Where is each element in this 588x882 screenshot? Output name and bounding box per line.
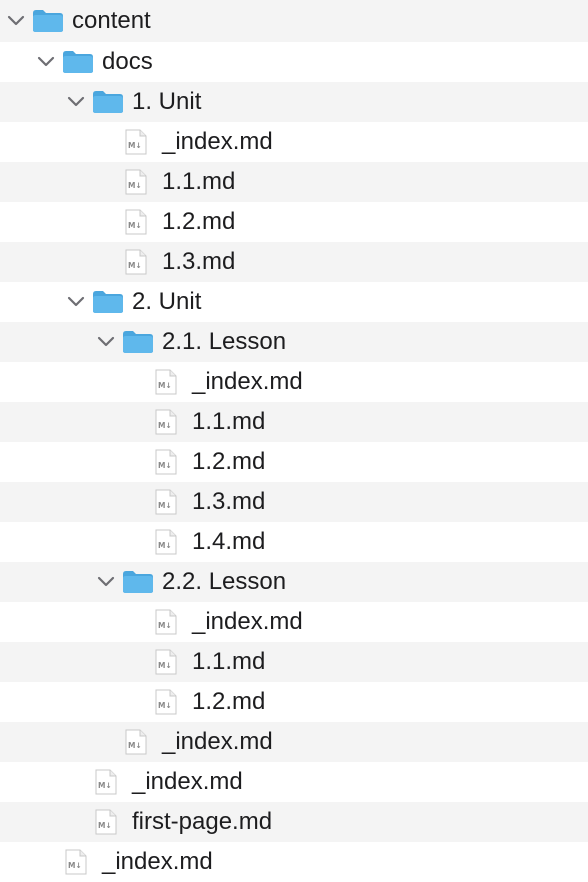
tree-row-file[interactable]: M↓ _index.md: [0, 122, 588, 162]
markdown-file-icon: M↓: [154, 369, 178, 395]
markdown-file-icon: M↓: [124, 729, 148, 755]
tree-row-file[interactable]: M↓ 1.1.md: [0, 402, 588, 442]
tree-row-file[interactable]: M↓ 1.1.md: [0, 162, 588, 202]
tree-row-file[interactable]: M↓ 1.4.md: [0, 522, 588, 562]
tree-row-file[interactable]: M↓ 1.3.md: [0, 242, 588, 282]
svg-text:M↓: M↓: [158, 421, 172, 430]
chevron-down-icon[interactable]: [6, 11, 26, 31]
tree-item-label: _index.md: [162, 128, 273, 155]
tree-item-label: 1.2.md: [192, 448, 266, 475]
tree-row-file[interactable]: M↓ first-page.md: [0, 802, 588, 842]
svg-text:M↓: M↓: [158, 541, 172, 550]
tree-item-label: _index.md: [192, 608, 303, 635]
svg-text:M↓: M↓: [128, 181, 142, 190]
folder-icon: [62, 50, 94, 74]
tree-item-label: 1.1.md: [192, 648, 266, 675]
tree-item-label: 1.2.md: [192, 688, 266, 715]
folder-icon: [32, 9, 64, 33]
folder-icon: [122, 570, 154, 594]
tree-row-unit-2[interactable]: 2. Unit: [0, 282, 588, 322]
tree-item-label: 2. Unit: [132, 288, 202, 315]
tree-item-label: _index.md: [102, 848, 213, 875]
markdown-file-icon: M↓: [154, 409, 178, 435]
tree-item-label: 1.4.md: [192, 528, 266, 555]
markdown-file-icon: M↓: [124, 249, 148, 275]
svg-text:M↓: M↓: [98, 821, 112, 830]
tree-row-file[interactable]: M↓ 1.3.md: [0, 482, 588, 522]
markdown-file-icon: M↓: [154, 649, 178, 675]
tree-item-label: 1.3.md: [162, 248, 236, 275]
folder-icon: [122, 330, 154, 354]
tree-row-unit-1[interactable]: 1. Unit: [0, 82, 588, 122]
markdown-file-icon: M↓: [94, 809, 118, 835]
chevron-down-icon[interactable]: [66, 292, 86, 312]
tree-row-content[interactable]: content: [0, 0, 588, 42]
tree-item-label: content: [72, 7, 151, 34]
svg-text:M↓: M↓: [158, 381, 172, 390]
markdown-file-icon: M↓: [154, 609, 178, 635]
markdown-file-icon: M↓: [94, 769, 118, 795]
svg-text:M↓: M↓: [158, 621, 172, 630]
tree-row-lesson-2-1[interactable]: 2.1. Lesson: [0, 322, 588, 362]
folder-icon: [92, 90, 124, 114]
markdown-file-icon: M↓: [124, 209, 148, 235]
tree-item-label: 1.1.md: [192, 408, 266, 435]
tree-item-label: _index.md: [192, 368, 303, 395]
tree-row-docs[interactable]: docs: [0, 42, 588, 82]
tree-item-label: first-page.md: [132, 808, 273, 835]
tree-item-label: _index.md: [162, 728, 273, 755]
markdown-file-icon: M↓: [154, 529, 178, 555]
tree-row-file[interactable]: M↓ _index.md: [0, 842, 588, 882]
markdown-file-icon: M↓: [154, 489, 178, 515]
svg-text:M↓: M↓: [128, 261, 142, 270]
svg-text:M↓: M↓: [128, 741, 142, 750]
folder-icon: [92, 290, 124, 314]
tree-item-label: 1.1.md: [162, 168, 236, 195]
chevron-down-icon[interactable]: [66, 92, 86, 112]
chevron-down-icon[interactable]: [96, 572, 116, 592]
markdown-file-icon: M↓: [154, 449, 178, 475]
tree-item-label: _index.md: [132, 768, 243, 795]
svg-text:M↓: M↓: [158, 501, 172, 510]
markdown-file-icon: M↓: [124, 169, 148, 195]
svg-text:M↓: M↓: [98, 781, 112, 790]
tree-item-label: 2.1. Lesson: [162, 328, 287, 355]
tree-row-file[interactable]: M↓ 1.2.md: [0, 682, 588, 722]
markdown-file-icon: M↓: [154, 689, 178, 715]
tree-item-label: 1.3.md: [192, 488, 266, 515]
svg-text:M↓: M↓: [128, 141, 142, 150]
tree-row-file[interactable]: M↓ _index.md: [0, 602, 588, 642]
tree-row-file[interactable]: M↓ 1.2.md: [0, 442, 588, 482]
chevron-down-icon[interactable]: [36, 52, 56, 72]
svg-text:M↓: M↓: [68, 861, 82, 870]
tree-row-lesson-2-2[interactable]: 2.2. Lesson: [0, 562, 588, 602]
markdown-file-icon: M↓: [64, 849, 88, 875]
svg-text:M↓: M↓: [158, 701, 172, 710]
tree-row-file[interactable]: M↓ _index.md: [0, 722, 588, 762]
tree-item-label: docs: [102, 48, 153, 75]
tree-row-file[interactable]: M↓ 1.2.md: [0, 202, 588, 242]
chevron-down-icon[interactable]: [96, 332, 116, 352]
tree-row-file[interactable]: M↓ 1.1.md: [0, 642, 588, 682]
markdown-file-icon: M↓: [124, 129, 148, 155]
svg-text:M↓: M↓: [158, 661, 172, 670]
tree-item-label: 1. Unit: [132, 88, 202, 115]
file-tree: content docs 1. Unit M↓ _index.md M↓ 1.1…: [0, 0, 588, 882]
svg-text:M↓: M↓: [128, 221, 142, 230]
svg-text:M↓: M↓: [158, 461, 172, 470]
tree-row-file[interactable]: M↓ _index.md: [0, 362, 588, 402]
tree-item-label: 1.2.md: [162, 208, 236, 235]
tree-row-file[interactable]: M↓ _index.md: [0, 762, 588, 802]
tree-item-label: 2.2. Lesson: [162, 568, 287, 595]
